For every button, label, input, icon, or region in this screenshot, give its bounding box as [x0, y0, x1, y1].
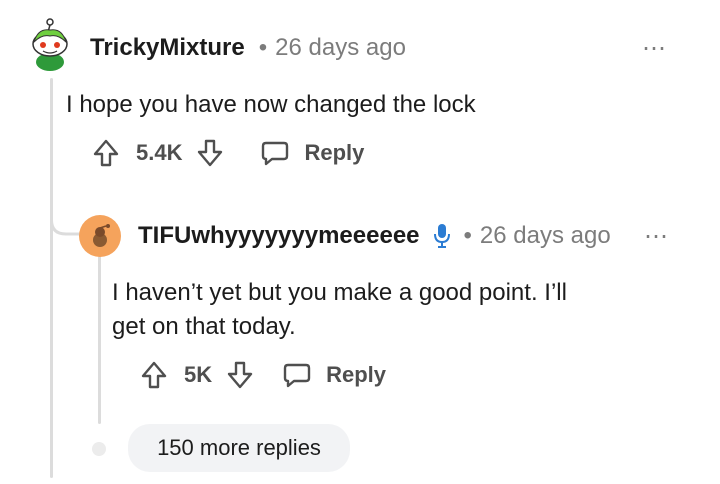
reply-avatar[interactable]: [78, 214, 122, 258]
avatar[interactable]: [28, 16, 72, 72]
more-replies-button[interactable]: 150 more replies: [128, 424, 350, 472]
downvote-button[interactable]: [196, 138, 224, 168]
reply-body: I haven’t yet but you make a good point.…: [112, 276, 567, 344]
reply-more-options-icon[interactable]: ⋯: [644, 222, 670, 251]
comment-body: I hope you have now changed the lock: [66, 91, 476, 118]
reply-button[interactable]: Reply: [260, 139, 364, 167]
reply-username[interactable]: TIFUwhyyyyyyymeeeeee: [138, 222, 420, 250]
downvote-icon: [227, 361, 253, 389]
vote-count: 5.4K: [136, 140, 183, 165]
reply-body-line: get on that today.: [112, 313, 296, 340]
comment-timestamp: 26 days ago: [275, 34, 406, 61]
upvote-icon: [93, 139, 119, 167]
upvote-button[interactable]: [140, 360, 168, 390]
thread-line-main: [50, 78, 53, 478]
reply-body-line: I haven’t yet but you make a good point.…: [112, 279, 567, 306]
meta-dot: •: [463, 222, 472, 249]
snoo-avatar-icon: [32, 18, 68, 71]
reply-actions: 5K Reply: [140, 360, 386, 390]
reply-label: Reply: [326, 362, 387, 387]
reply-label: Reply: [304, 140, 365, 165]
vote-count: 5K: [184, 362, 213, 387]
comment-actions: 5.4K Reply: [92, 138, 364, 168]
downvote-button[interactable]: [226, 360, 254, 390]
microphone-icon: [433, 224, 450, 248]
more-options-icon[interactable]: ⋯: [642, 34, 668, 63]
meta-dot: •: [258, 34, 268, 61]
comment-username[interactable]: TrickyMixture: [90, 34, 245, 62]
comment-icon: [262, 141, 289, 166]
upvote-icon: [141, 361, 167, 389]
upvote-button[interactable]: [92, 138, 120, 168]
comment-icon: [283, 363, 311, 388]
downvote-icon: [198, 139, 223, 167]
reply-button[interactable]: Reply: [282, 361, 386, 389]
snoo-avatar-icon: [79, 215, 121, 257]
collapsed-dot: [92, 442, 106, 456]
reply-timestamp: 26 days ago: [479, 222, 611, 249]
thread-line-reply: [98, 256, 101, 424]
